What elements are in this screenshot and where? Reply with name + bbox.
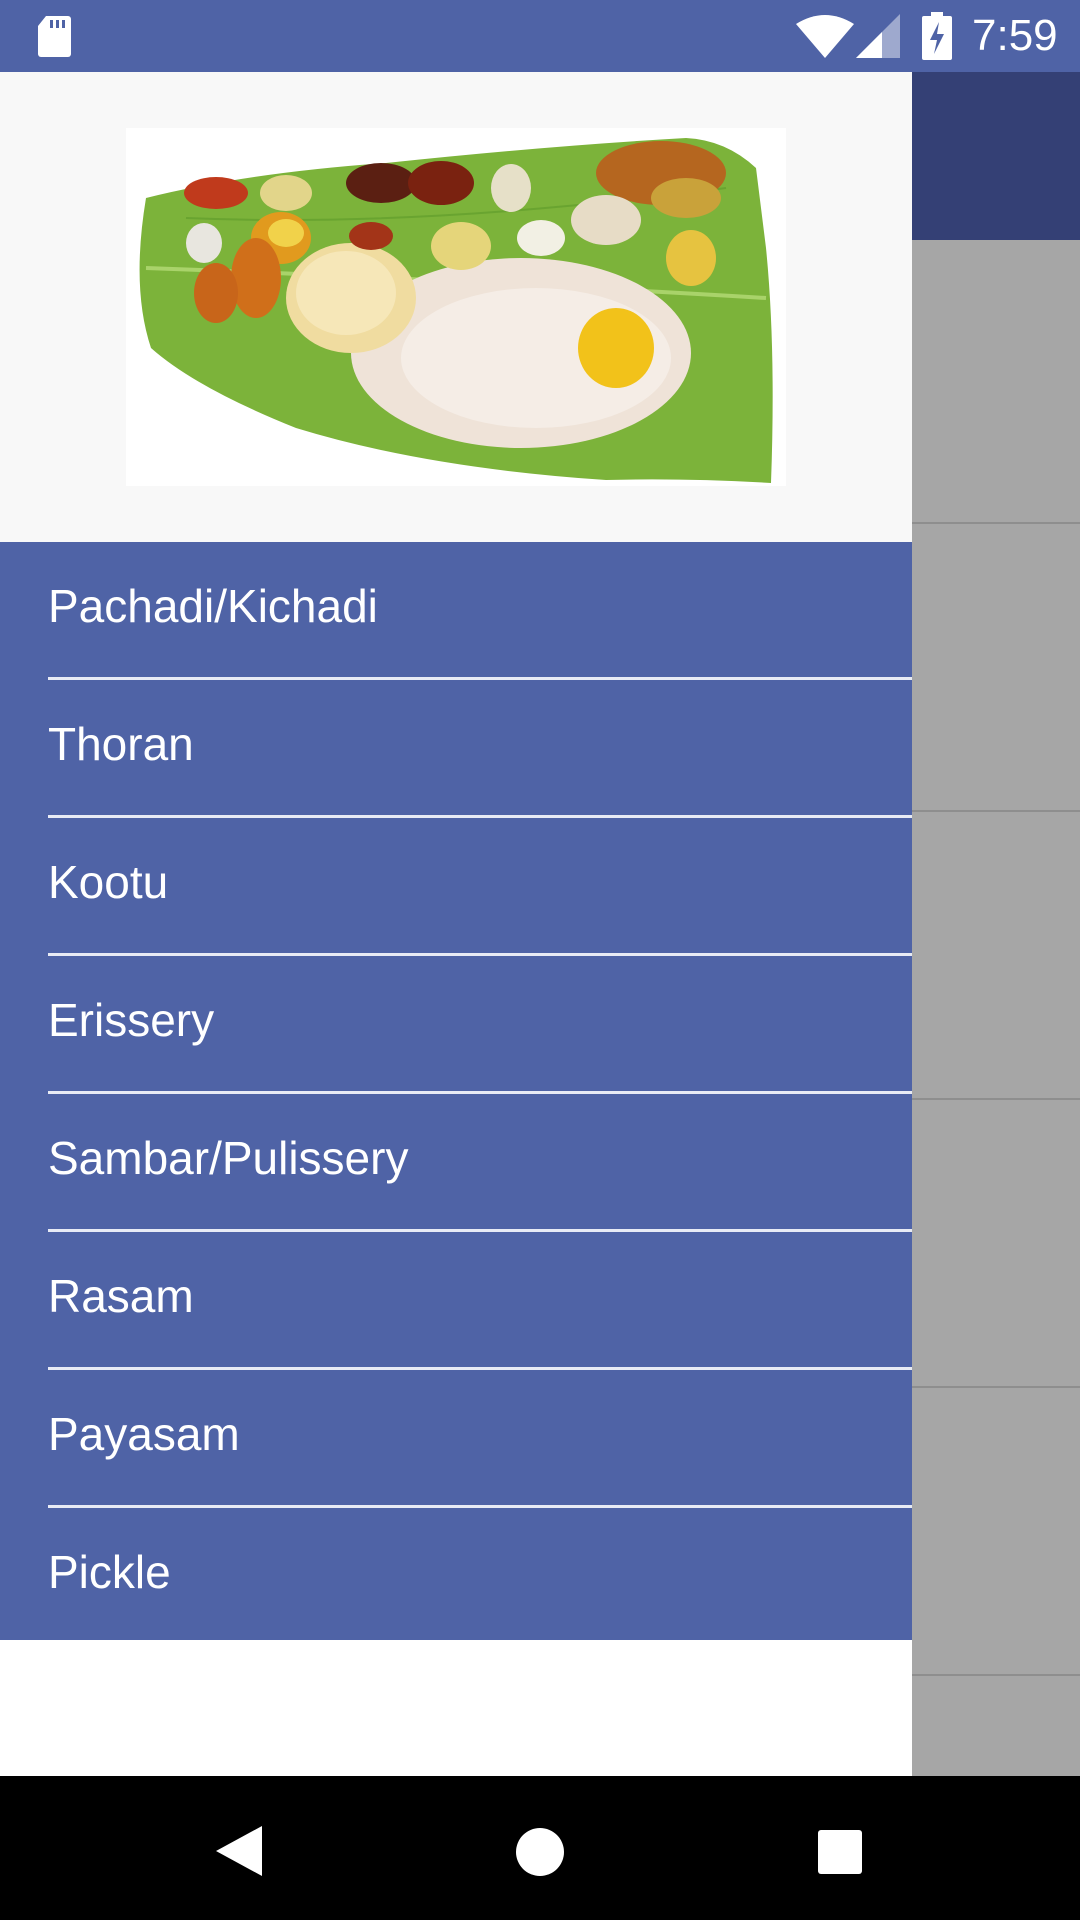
menu-item-thoran[interactable]: Thoran — [0, 680, 912, 818]
status-bar: 7:59 — [0, 0, 1080, 72]
cell-signal-icon — [856, 14, 900, 58]
menu-item-pickle[interactable]: Pickle — [0, 1508, 912, 1646]
menu-item-label: Pachadi/Kichadi — [48, 580, 378, 632]
onam-sadhya-banana-leaf-image — [126, 128, 786, 486]
menu-item-label: Payasam — [48, 1408, 240, 1460]
menu-item-sambar-pulissery[interactable]: Sambar/Pulissery — [0, 1094, 912, 1232]
menu-item-label: Thoran — [48, 718, 194, 770]
back-icon[interactable] — [216, 1826, 262, 1876]
system-nav-bar — [0, 1776, 1080, 1920]
menu-item-label: Erissery — [48, 994, 215, 1046]
battery-charging-icon — [922, 12, 952, 60]
recents-icon[interactable] — [818, 1830, 862, 1874]
drawer-header — [0, 72, 912, 542]
drawer-menu: Pachadi/Kichadi Thoran Kootu Erissery Sa… — [0, 542, 912, 1640]
home-icon[interactable] — [516, 1828, 564, 1876]
navigation-drawer: Pachadi/Kichadi Thoran Kootu Erissery Sa… — [0, 72, 912, 1776]
menu-item-label: Pickle — [48, 1546, 171, 1598]
menu-item-payasam[interactable]: Payasam — [0, 1370, 912, 1508]
menu-item-rasam[interactable]: Rasam — [0, 1232, 912, 1370]
menu-item-label: Rasam — [48, 1270, 194, 1322]
status-time: 7:59 — [972, 11, 1058, 60]
sd-card-icon — [38, 16, 71, 57]
menu-item-pachadi-kichadi[interactable]: Pachadi/Kichadi — [0, 542, 912, 680]
menu-item-erissery[interactable]: Erissery — [0, 956, 912, 1094]
menu-item-label: Kootu — [48, 856, 169, 908]
menu-item-label: Sambar/Pulissery — [48, 1132, 409, 1184]
wifi-icon — [796, 15, 854, 58]
menu-item-kootu[interactable]: Kootu — [0, 818, 912, 956]
